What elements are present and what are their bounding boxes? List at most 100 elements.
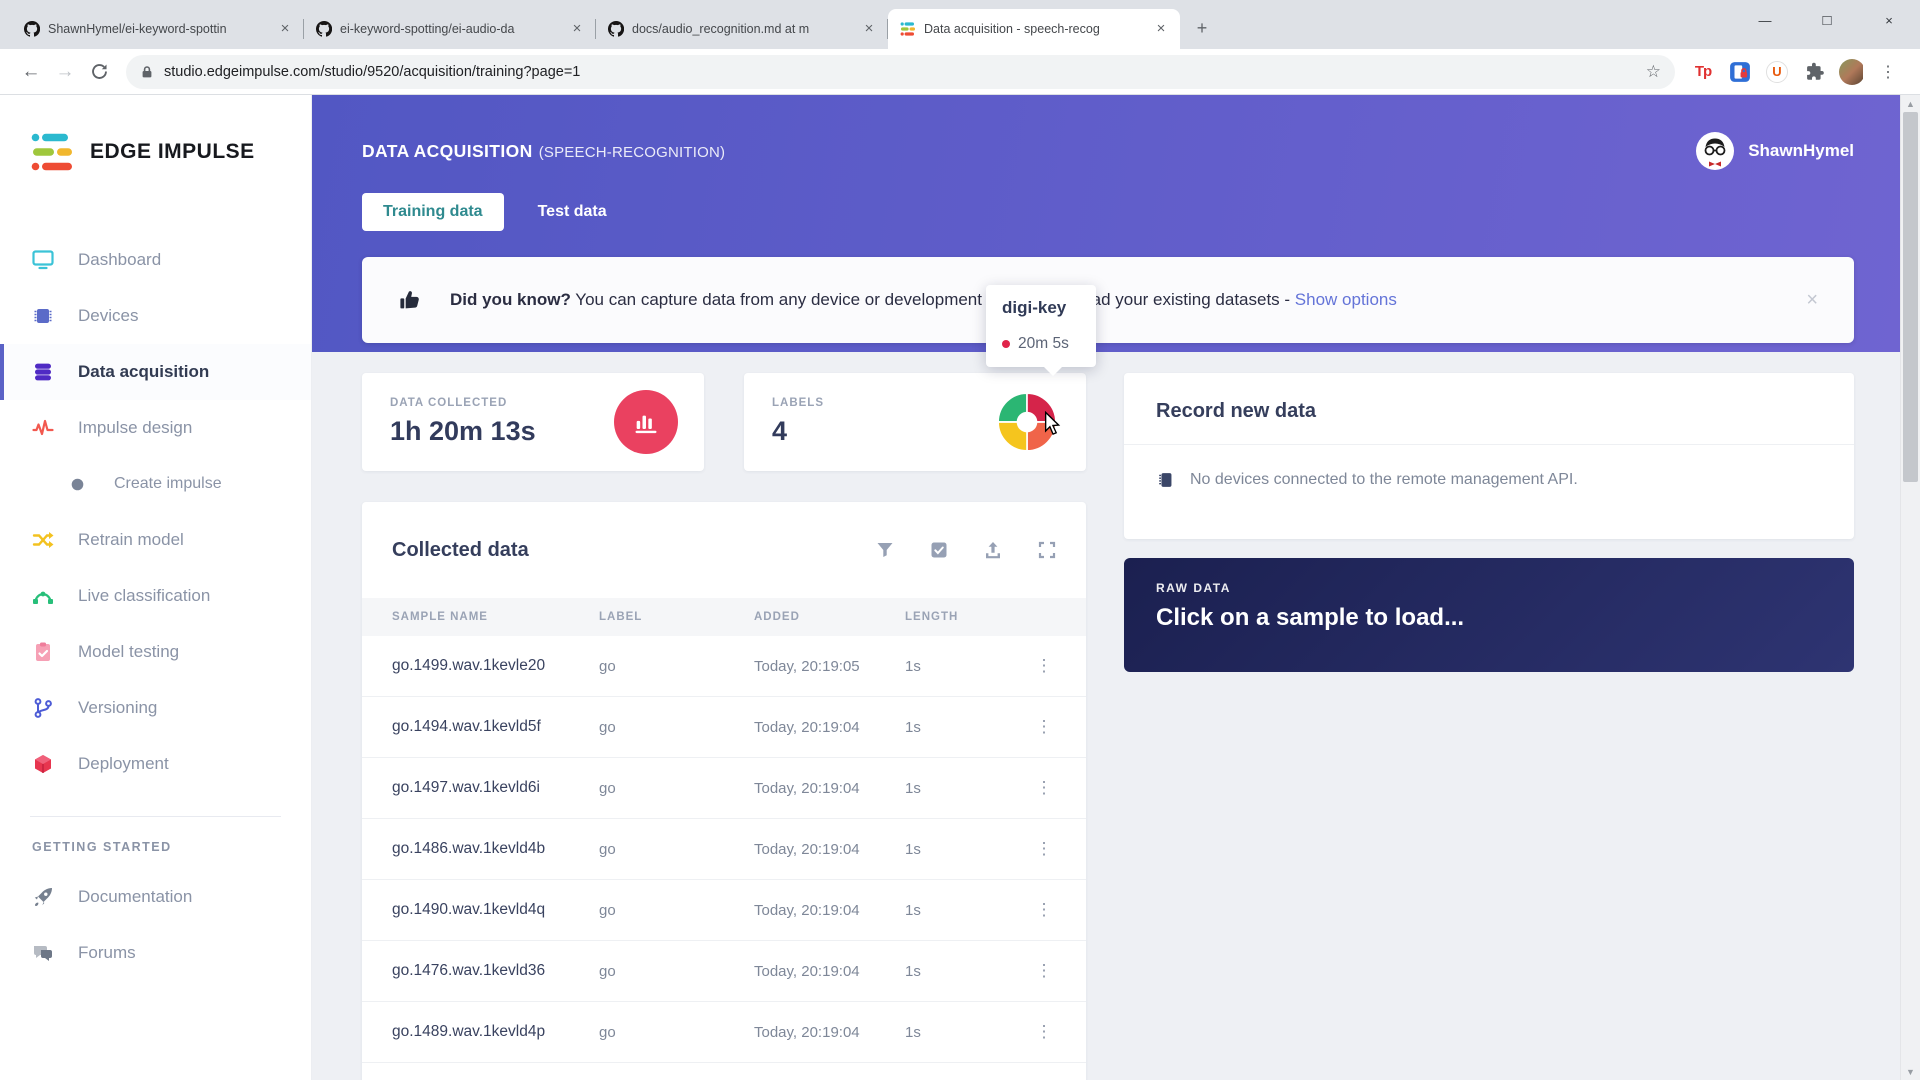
sidebar-item-data-acquisition[interactable]: Data acquisition xyxy=(0,344,311,400)
data-collected-card: DATA COLLECTED 1h 20m 13s xyxy=(362,373,704,471)
select-samples-icon[interactable] xyxy=(930,541,948,559)
row-menu-icon[interactable]: ⋮ xyxy=(1032,900,1056,920)
sidebar-item-retrain-model[interactable]: Retrain model xyxy=(0,512,311,568)
scrollbar-down-icon[interactable]: ▼ xyxy=(1901,1063,1920,1080)
expand-icon[interactable] xyxy=(1038,541,1056,559)
sample-label: go xyxy=(599,1024,754,1041)
sidebar-item-live-classification[interactable]: Live classification xyxy=(0,568,311,624)
row-menu-icon[interactable]: ⋮ xyxy=(1032,961,1056,981)
window-close-icon[interactable]: × xyxy=(1858,0,1920,40)
window-minimize-icon[interactable]: — xyxy=(1734,0,1796,40)
page-scrollbar[interactable]: ▲ ▼ xyxy=(1900,95,1920,1080)
github-icon xyxy=(316,21,332,37)
window-maximize-icon[interactable]: □ xyxy=(1796,0,1858,40)
user-menu[interactable]: ShawnHymel xyxy=(1695,131,1854,171)
extensions-puzzle-icon[interactable] xyxy=(1802,60,1826,84)
sidebar-item-deployment[interactable]: Deployment xyxy=(0,736,311,792)
sample-length: 1s xyxy=(905,963,1032,980)
tooltip-value: 20m 5s xyxy=(1018,335,1069,353)
sample-name[interactable]: go.1499.wav.1kevle20 xyxy=(392,657,599,675)
tab-close-icon[interactable]: × xyxy=(1152,20,1170,38)
collected-data-card: Collected data SAMPLE NAME LABEL ADDED L… xyxy=(362,502,1086,1080)
table-row[interactable]: go.1486.wav.1kevld4bgoToday, 20:19:041s⋮ xyxy=(362,819,1086,880)
tab-close-icon[interactable]: × xyxy=(276,20,294,38)
sidebar-item-label: Retrain model xyxy=(78,530,184,550)
address-bar[interactable]: studio.edgeimpulse.com/studio/9520/acqui… xyxy=(126,55,1675,89)
tooltip-dot xyxy=(1002,340,1010,348)
sidebar-item-impulse-design[interactable]: Impulse design xyxy=(0,400,311,456)
edge-impulse-logo[interactable]: EDGE IMPULSE xyxy=(30,132,311,172)
back-icon[interactable]: ← xyxy=(14,55,48,89)
edge-impulse-logo-icon xyxy=(30,132,76,172)
sample-name[interactable]: go.1489.wav.1kevld4p xyxy=(392,1023,599,1041)
sample-name[interactable]: go.1497.wav.1kevld6i xyxy=(392,779,599,797)
record-new-data-card: Record new data No devices connected to … xyxy=(1124,373,1854,539)
filter-icon[interactable] xyxy=(876,541,894,559)
sidebar-item-forums[interactable]: Forums xyxy=(0,925,311,981)
sidebar-item-create-impulse[interactable]: Create impulse xyxy=(0,456,311,512)
table-row[interactable]: go.1489.wav.1kevld4pgoToday, 20:19:041s⋮ xyxy=(362,1002,1086,1063)
tab-title: docs/audio_recognition.md at m xyxy=(632,22,860,36)
banner-close-icon[interactable]: × xyxy=(1806,289,1818,312)
scrollbar-thumb[interactable] xyxy=(1903,112,1918,482)
browser-tab[interactable]: ei-keyword-spotting/ei-audio-da× xyxy=(304,9,596,49)
retrain-icon xyxy=(32,529,54,551)
live-classification-icon xyxy=(32,585,54,607)
sidebar-item-dashboard[interactable]: Dashboard xyxy=(0,232,311,288)
refresh-icon[interactable] xyxy=(82,55,116,89)
row-menu-icon[interactable]: ⋮ xyxy=(1032,1022,1056,1042)
extension-tp-icon[interactable]: Tp xyxy=(1691,60,1715,84)
forward-icon[interactable]: → xyxy=(48,55,82,89)
tab-title: ei-keyword-spotting/ei-audio-da xyxy=(340,22,568,36)
table-row[interactable]: go.1490.wav.1kevld4qgoToday, 20:19:041s⋮ xyxy=(362,880,1086,941)
sidebar-item-model-testing[interactable]: Model testing xyxy=(0,624,311,680)
brand-name: EDGE IMPULSE xyxy=(90,140,255,164)
documentation-icon xyxy=(32,886,54,908)
new-tab-button[interactable]: + xyxy=(1188,15,1216,43)
browser-tab[interactable]: docs/audio_recognition.md at m× xyxy=(596,9,888,49)
tooltip-label: digi-key xyxy=(986,298,1096,318)
sample-name[interactable]: go.1494.wav.1kevld5f xyxy=(392,718,599,736)
table-row[interactable]: go.1497.wav.1kevld6igoToday, 20:19:041s⋮ xyxy=(362,758,1086,819)
sidebar-item-label: Forums xyxy=(78,943,136,963)
row-menu-icon[interactable]: ⋮ xyxy=(1032,839,1056,859)
table-row[interactable]: go.1476.wav.1kevld36goToday, 20:19:041s⋮ xyxy=(362,941,1086,1002)
sidebar-item-versioning[interactable]: Versioning xyxy=(0,680,311,736)
sidebar-item-label: Devices xyxy=(78,306,138,326)
scrollbar-up-icon[interactable]: ▲ xyxy=(1901,95,1920,112)
upload-icon[interactable] xyxy=(984,541,1002,559)
extension-ublock-icon[interactable]: U xyxy=(1766,61,1788,83)
tab-training-data[interactable]: Training data xyxy=(362,193,504,231)
labels-card: LABELS 4 xyxy=(744,373,1086,471)
sample-label: go xyxy=(599,902,754,919)
tab-test-data[interactable]: Test data xyxy=(538,203,607,221)
browser-profile-avatar[interactable] xyxy=(1839,60,1863,84)
show-options-link[interactable]: Show options xyxy=(1295,290,1397,309)
extension-password-icon[interactable] xyxy=(1728,60,1752,84)
table-row[interactable]: go.1494.wav.1kevld5fgoToday, 20:19:041s⋮ xyxy=(362,697,1086,758)
tab-close-icon[interactable]: × xyxy=(860,20,878,38)
browser-menu-icon[interactable]: ⋮ xyxy=(1876,62,1900,82)
browser-tab[interactable]: Data acquisition - speech-recog× xyxy=(888,9,1180,49)
table-row[interactable]: go.1499.wav.1kevle20goToday, 20:19:051s⋮ xyxy=(362,636,1086,697)
tab-strip: ShawnHymel/ei-keyword-spottin×ei-keyword… xyxy=(12,9,1216,49)
sample-length: 1s xyxy=(905,719,1032,736)
row-menu-icon[interactable]: ⋮ xyxy=(1032,656,1056,676)
lock-icon xyxy=(140,65,154,79)
row-menu-icon[interactable]: ⋮ xyxy=(1032,778,1056,798)
sample-name[interactable]: go.1490.wav.1kevld4q xyxy=(392,901,599,919)
sample-added: Today, 20:19:04 xyxy=(754,841,905,858)
browser-toolbar: ← → studio.edgeimpulse.com/studio/9520/a… xyxy=(0,49,1920,95)
sample-added: Today, 20:19:04 xyxy=(754,719,905,736)
sample-name[interactable]: go.1486.wav.1kevld4b xyxy=(392,840,599,858)
row-menu-icon[interactable]: ⋮ xyxy=(1032,717,1056,737)
tab-close-icon[interactable]: × xyxy=(568,20,586,38)
devices-icon xyxy=(32,305,54,327)
sidebar-item-devices[interactable]: Devices xyxy=(0,288,311,344)
browser-tab[interactable]: ShawnHymel/ei-keyword-spottin× xyxy=(12,9,304,49)
sample-name[interactable]: go.1476.wav.1kevld36 xyxy=(392,962,599,980)
bookmark-star-icon[interactable]: ☆ xyxy=(1646,62,1661,82)
url-text: studio.edgeimpulse.com/studio/9520/acqui… xyxy=(164,64,1646,80)
sidebar-item-documentation[interactable]: Documentation xyxy=(0,869,311,925)
sidebar-item-label: Deployment xyxy=(78,754,169,774)
